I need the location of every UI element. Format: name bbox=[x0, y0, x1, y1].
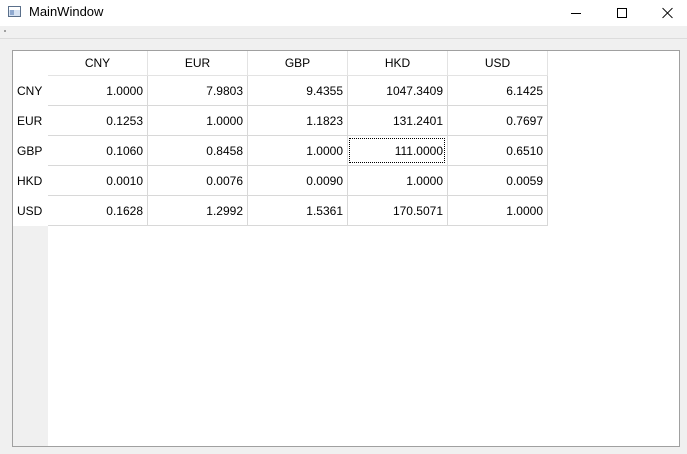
table-cell[interactable]: 1.1823 bbox=[248, 106, 348, 136]
table-cell[interactable]: 0.8458 bbox=[148, 136, 248, 166]
table-cell[interactable]: 0.1060 bbox=[48, 136, 148, 166]
menu-grip-icon bbox=[4, 30, 6, 32]
maximize-button[interactable] bbox=[599, 0, 645, 26]
table-row: 0.1628 1.2992 1.5361 170.5071 1.0000 bbox=[48, 196, 548, 226]
menu-bar bbox=[0, 26, 687, 38]
column-header-eur[interactable]: EUR bbox=[148, 51, 248, 76]
table-cell[interactable]: 131.2401 bbox=[348, 106, 448, 136]
divider bbox=[0, 38, 687, 39]
table-cell[interactable]: 0.1628 bbox=[48, 196, 148, 226]
table-cell[interactable]: 0.6510 bbox=[448, 136, 548, 166]
horizontal-header: CNY EUR GBP HKD USD bbox=[48, 51, 548, 76]
table-cell[interactable]: 0.1253 bbox=[48, 106, 148, 136]
table-row: 1.0000 7.9803 9.4355 1047.3409 6.1425 bbox=[48, 76, 548, 106]
table-cell[interactable]: 0.0090 bbox=[248, 166, 348, 196]
table-cell-focused[interactable]: 111.0000 bbox=[348, 136, 448, 166]
column-header-cny[interactable]: CNY bbox=[48, 51, 148, 76]
table-corner-button[interactable] bbox=[13, 51, 48, 76]
column-header-usd[interactable]: USD bbox=[448, 51, 548, 76]
table-cell[interactable]: 1.0000 bbox=[348, 166, 448, 196]
table-cell[interactable]: 0.7697 bbox=[448, 106, 548, 136]
table-cell[interactable]: 0.0010 bbox=[48, 166, 148, 196]
table-cell[interactable]: 170.5071 bbox=[348, 196, 448, 226]
row-header-cny[interactable]: CNY bbox=[13, 76, 48, 106]
app-window-icon bbox=[8, 6, 21, 17]
row-header-usd[interactable]: USD bbox=[13, 196, 48, 226]
table-cell[interactable]: 6.1425 bbox=[448, 76, 548, 106]
table-row: 0.1060 0.8458 1.0000 111.0000 0.6510 bbox=[48, 136, 548, 166]
row-header-gbp[interactable]: GBP bbox=[13, 136, 48, 166]
table-cell[interactable]: 9.4355 bbox=[248, 76, 348, 106]
row-header-hkd[interactable]: HKD bbox=[13, 166, 48, 196]
close-button[interactable] bbox=[645, 0, 687, 26]
table-cell[interactable]: 1.0000 bbox=[148, 106, 248, 136]
table-cell[interactable]: 7.9803 bbox=[148, 76, 248, 106]
maximize-icon bbox=[617, 8, 627, 18]
table-cell[interactable]: 0.0076 bbox=[148, 166, 248, 196]
main-window: MainWindow CNY EUR GBP HKD USD CNY EUR G… bbox=[0, 0, 687, 454]
row-header-eur[interactable]: EUR bbox=[13, 106, 48, 136]
window-title: MainWindow bbox=[29, 4, 104, 19]
table-row: 0.0010 0.0076 0.0090 1.0000 0.0059 bbox=[48, 166, 548, 196]
column-header-gbp[interactable]: GBP bbox=[248, 51, 348, 76]
table-cell[interactable]: 1.0000 bbox=[48, 76, 148, 106]
currency-table[interactable]: CNY EUR GBP HKD USD CNY EUR GBP HKD USD … bbox=[12, 50, 680, 447]
table-cell[interactable]: 1.5361 bbox=[248, 196, 348, 226]
title-bar[interactable]: MainWindow bbox=[0, 0, 687, 26]
close-icon bbox=[662, 7, 674, 19]
table-cell[interactable]: 1047.3409 bbox=[348, 76, 448, 106]
table-cell[interactable]: 1.0000 bbox=[448, 196, 548, 226]
table-cell[interactable]: 0.0059 bbox=[448, 166, 548, 196]
vertical-header: CNY EUR GBP HKD USD bbox=[13, 76, 48, 226]
minimize-button[interactable] bbox=[553, 0, 599, 26]
table-row: 0.1253 1.0000 1.1823 131.2401 0.7697 bbox=[48, 106, 548, 136]
table-cell[interactable]: 1.2992 bbox=[148, 196, 248, 226]
minimize-icon bbox=[571, 12, 581, 14]
table-cell[interactable]: 1.0000 bbox=[248, 136, 348, 166]
table-grid: 1.0000 7.9803 9.4355 1047.3409 6.1425 0.… bbox=[48, 76, 548, 226]
column-header-hkd[interactable]: HKD bbox=[348, 51, 448, 76]
